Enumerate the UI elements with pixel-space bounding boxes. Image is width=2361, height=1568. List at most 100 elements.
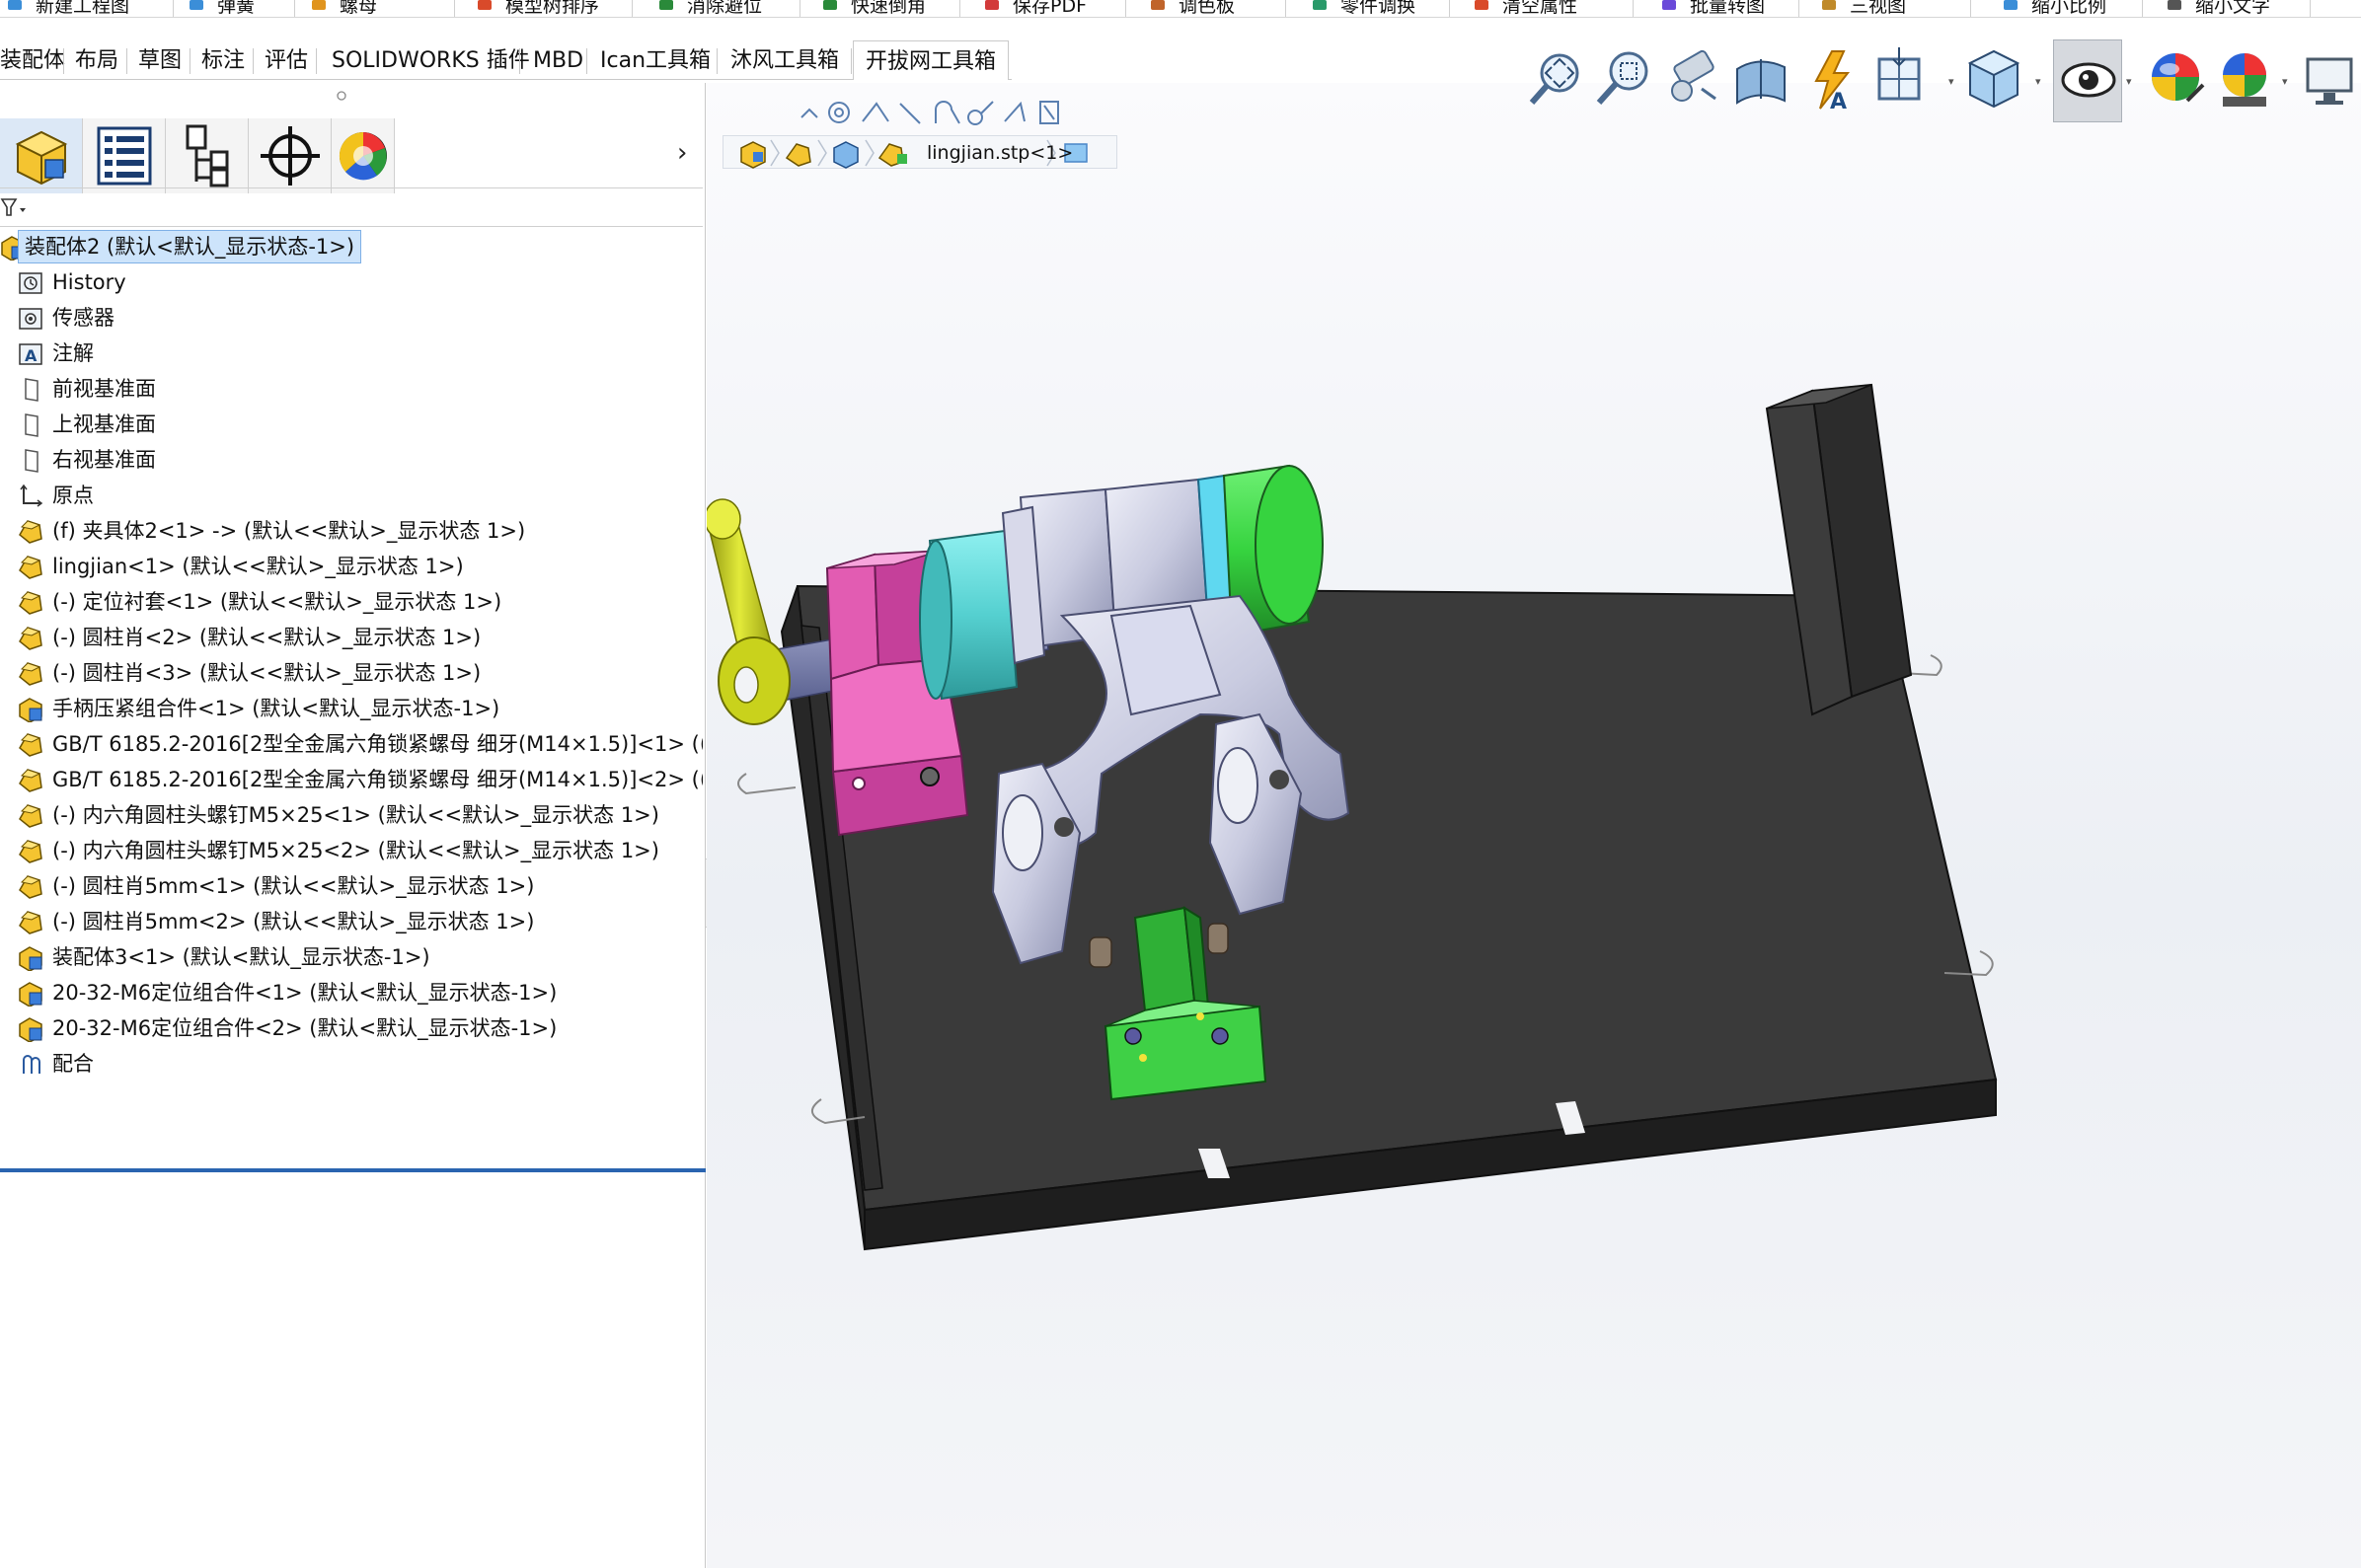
tree-item[interactable]: 上视基准面 <box>0 407 703 442</box>
cmd-save-pdf[interactable]: 保存PDF <box>985 0 1088 17</box>
tree-item-label: GB∕T 6185.2-2016[2型全金属六角锁紧螺母 细牙(M14×1.5)… <box>52 732 703 756</box>
tree-item[interactable]: (f) 夹具体2<1> -> (默认<<默认>_显示状态 1>) <box>0 513 703 549</box>
tab-markup[interactable]: 标注 <box>201 40 245 80</box>
cmd-label: 消除避位 <box>687 0 763 17</box>
tree-item[interactable]: 传感器 <box>0 300 703 336</box>
cmd-tree-sort[interactable]: 模型树排序 <box>478 0 600 17</box>
clamp-handle[interactable] <box>704 498 791 725</box>
tab-sketch[interactable]: 草图 <box>138 40 182 80</box>
new-drawing-icon <box>8 0 22 10</box>
tab-solidworks-addins[interactable]: SOLIDWORKS 插件 <box>332 40 530 80</box>
featuremanager-tree-icon[interactable] <box>0 118 83 193</box>
tree-item[interactable]: GB∕T 6185.2-2016[2型全金属六角锁紧螺母 细牙(M14×1.5)… <box>0 762 703 797</box>
tree-item[interactable]: lingjian<1> (默认<<默认>_显示状态 1>) <box>0 549 703 584</box>
cmd-label: 弹簧 <box>217 0 256 17</box>
cyan-bushing[interactable] <box>919 529 1019 701</box>
tree-item[interactable]: (-) 圆柱肖5mm<1> (默认<<默认>_显示状态 1>) <box>0 868 703 904</box>
tree-item[interactable]: (-) 内六角圆柱头螺钉M5×25<1> (默认<<默认>_显示状态 1>) <box>0 797 703 833</box>
cmd-label: 调色板 <box>1179 0 1236 17</box>
swap-part-icon <box>1313 0 1327 10</box>
cmd-batch-convert[interactable]: 批量转图 <box>1662 0 1765 17</box>
tree-root-assembly[interactable]: 装配体2 (默认<默认_显示状态-1>) <box>0 229 703 264</box>
subassembly-icon <box>18 1016 45 1043</box>
cmd-label: 模型树排序 <box>505 0 600 17</box>
tab-evaluate[interactable]: 评估 <box>265 40 308 80</box>
tree-item[interactable]: 手柄压紧组合件<1> (默认<默认_显示状态-1>) <box>0 691 703 726</box>
panel-collapse-dot[interactable] <box>336 87 347 101</box>
tree-item[interactable]: 20-32-M6定位组合件<2> (默认<默认_显示状态-1>) <box>0 1010 703 1046</box>
configurationmanager-icon[interactable] <box>166 118 249 193</box>
cmd-new-drawing[interactable]: 新建工程图 <box>8 0 129 17</box>
tree-filter-bar[interactable] <box>0 187 703 227</box>
tree-item[interactable]: (-) 定位衬套<1> (默认<<默认>_显示状态 1>) <box>0 584 703 620</box>
tree-item[interactable]: 装配体3<1> (默认<默认_显示状态-1>) <box>0 939 703 975</box>
plane-icon <box>18 412 45 438</box>
tree-item-label: lingjian<1> (默认<<默认>_显示状态 1>) <box>52 555 464 578</box>
tree-item[interactable]: 右视基准面 <box>0 442 703 478</box>
cmd-spring[interactable]: 弹簧 <box>190 0 256 17</box>
tree-item[interactable]: 原点 <box>0 478 703 513</box>
tree-item[interactable]: (-) 圆柱肖<2> (默认<<默认>_显示状态 1>) <box>0 620 703 655</box>
tab-mufeng-toolbox[interactable]: 沐风工具箱 <box>730 40 839 80</box>
tree-item[interactable]: 20-32-M6定位组合件<1> (默认<默认_显示状态-1>) <box>0 975 703 1010</box>
tree-item-label: (f) 夹具体2<1> -> (默认<<默认>_显示状态 1>) <box>52 519 526 543</box>
dimxpertmanager-icon[interactable] <box>249 118 332 193</box>
tree-item-label: (-) 圆柱肖<3> (默认<<默认>_显示状态 1>) <box>52 661 482 685</box>
cmd-three-view[interactable]: 三视图 <box>1822 0 1906 17</box>
cmd-font-down[interactable]: 缩小文字 <box>2168 0 2270 17</box>
tree-item[interactable]: (-) 圆柱肖<3> (默认<<默认>_显示状态 1>) <box>0 655 703 691</box>
tree-item-label: (-) 定位衬套<1> (默认<<默认>_显示状态 1>) <box>52 590 502 614</box>
tree-item[interactable]: History <box>0 264 703 300</box>
tree-item[interactable]: (-) 内六角圆柱头螺钉M5×25<2> (默认<<默认>_显示状态 1>) <box>0 833 703 868</box>
part-icon <box>18 555 45 580</box>
tree-item-label: 20-32-M6定位组合件<2> (默认<默认_显示状态-1>) <box>52 1016 558 1040</box>
cmd-swap-part[interactable]: 零件调换 <box>1313 0 1416 17</box>
clear-props-icon <box>1475 0 1488 10</box>
cmd-clearance[interactable]: 消除避位 <box>659 0 763 17</box>
palette-icon <box>1151 0 1165 10</box>
tree-item-label: 手柄压紧组合件<1> (默认<默认_显示状态-1>) <box>52 697 500 720</box>
cmd-nut[interactable]: 螺母 <box>312 0 377 17</box>
filter-icon[interactable] <box>0 196 30 220</box>
tree-item[interactable]: (-) 圆柱肖5mm<2> (默认<<默认>_显示状态 1>) <box>0 904 703 939</box>
tree-item-label: (-) 内六角圆柱头螺钉M5×25<2> (默认<<默认>_显示状态 1>) <box>52 839 659 862</box>
plane-icon <box>18 377 45 403</box>
part-icon <box>18 590 45 616</box>
cmd-label: 缩小比例 <box>2031 0 2107 17</box>
cmd-scale-down[interactable]: 缩小比例 <box>2004 0 2107 17</box>
part-icon <box>18 768 45 793</box>
tree-item[interactable]: 配合 <box>0 1046 703 1082</box>
part-icon <box>18 803 45 829</box>
tree-item-label: (-) 圆柱肖<2> (默认<<默认>_显示状态 1>) <box>52 626 482 649</box>
tab-kaibawang-toolbox[interactable]: 开拔网工具箱 <box>853 40 1010 80</box>
tree-sort-icon <box>478 0 492 10</box>
panel-expand-chevron-icon[interactable]: › <box>677 138 699 168</box>
tree-item[interactable]: A 注解 <box>0 336 703 371</box>
clearance-icon <box>659 0 673 10</box>
tree-item[interactable]: GB∕T 6185.2-2016[2型全金属六角锁紧螺母 细牙(M14×1.5)… <box>0 726 703 762</box>
tree-item-label: (-) 圆柱肖5mm<1> (默认<<默认>_显示状态 1>) <box>52 874 535 898</box>
cmd-label: 快速倒角 <box>851 0 927 17</box>
cmd-label: 零件调换 <box>1340 0 1416 17</box>
tab-ican-toolbox[interactable]: Ican工具箱 <box>600 40 711 80</box>
cmd-clear-props[interactable]: 清空属性 <box>1475 0 1578 17</box>
tree-item[interactable]: 前视基准面 <box>0 371 703 407</box>
tree-end-bar <box>0 1168 706 1172</box>
display-manager-icon[interactable] <box>332 118 395 193</box>
propertymanager-icon[interactable] <box>83 118 166 193</box>
cmd-chamfer[interactable]: 快速倒角 <box>823 0 927 17</box>
part-icon <box>18 910 45 935</box>
tab-layout[interactable]: 布局 <box>75 40 118 80</box>
plane-icon <box>18 448 45 474</box>
tree-item-label: 配合 <box>52 1052 94 1076</box>
tab-assembly[interactable]: 装配体 <box>0 40 65 80</box>
sensor-icon <box>18 306 45 332</box>
tree-root-label: 装配体2 (默认<默认_显示状态-1>) <box>18 230 362 263</box>
model-view[interactable] <box>704 83 2361 1568</box>
mates-icon <box>18 1052 45 1078</box>
cmd-label: 清空属性 <box>1502 0 1578 17</box>
tab-mbd[interactable]: MBD <box>533 40 583 80</box>
cmd-label: 保存PDF <box>1013 0 1088 17</box>
cmd-palette[interactable]: 调色板 <box>1151 0 1236 17</box>
part-icon <box>18 732 45 758</box>
